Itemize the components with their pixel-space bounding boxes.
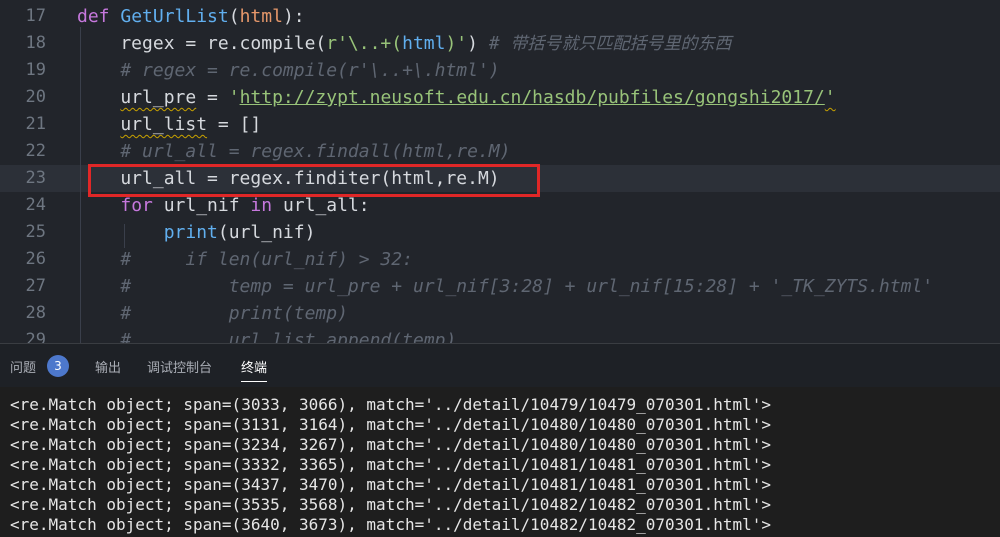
code-line[interactable]: 22 # url_all = regex.findall(html,re.M): [0, 138, 1000, 165]
code-token: ):: [282, 6, 305, 27]
code-text: url_pre = 'http://zypt.neusoft.edu.cn/ha…: [77, 84, 836, 111]
terminal-line: <re.Match object; span=(3033, 3066), mat…: [10, 395, 771, 414]
panel-tab-bar: 问题 3 输出 调试控制台 终端: [0, 343, 1000, 387]
code-token: # temp = url_pre + url_nif[3:28] + url_n…: [77, 276, 934, 297]
code-token: # url_all = regex.findall(html,re.M): [77, 141, 511, 162]
code-token: )': [445, 33, 468, 54]
code-token: = []: [207, 114, 262, 135]
tab-problems[interactable]: 问题: [10, 357, 36, 381]
code-token: ): [467, 33, 489, 54]
indent-guide: [80, 27, 81, 343]
line-number: 23: [25, 168, 46, 188]
code-token: r'\..+(: [326, 33, 403, 54]
line-number: 18: [25, 33, 46, 53]
code-line[interactable]: 26 # if len(url_nif) > 32:: [0, 246, 1000, 273]
tab-debug-console[interactable]: 调试控制台: [147, 357, 212, 381]
tab-terminal-label: 终端: [241, 361, 268, 376]
code-token: ': [824, 87, 836, 108]
tab-debug-console-label: 调试控制台: [147, 361, 213, 376]
tab-terminal[interactable]: 终端: [241, 357, 268, 382]
code-token: GetUrlList: [120, 6, 229, 27]
tab-output-label: 输出: [95, 361, 122, 376]
terminal-line: <re.Match object; span=(3640, 3673), mat…: [10, 515, 771, 534]
code-token: html: [239, 6, 283, 27]
code-text: print(url_nif): [77, 219, 316, 246]
line-number: 22: [25, 141, 46, 161]
code-token: ': [228, 87, 240, 108]
code-token: (: [228, 6, 240, 27]
code-text: # print(temp): [77, 300, 348, 327]
code-token: def: [77, 6, 121, 27]
code-line[interactable]: 27 # temp = url_pre + url_nif[3:28] + ur…: [0, 273, 1000, 300]
code-token: in: [250, 195, 273, 216]
terminal-line: <re.Match object; span=(3332, 3365), mat…: [10, 455, 771, 474]
code-token: (url_nif): [217, 222, 316, 243]
terminal-output[interactable]: <re.Match object; span=(3033, 3066), mat…: [0, 387, 1000, 537]
highlight-box: [88, 164, 540, 197]
tab-problems-label: 问题: [10, 361, 37, 376]
code-text: # temp = url_pre + url_nif[3:28] + url_n…: [77, 273, 933, 300]
line-number: 27: [25, 276, 46, 296]
terminal-line: <re.Match object; span=(3437, 3470), mat…: [10, 475, 771, 494]
code-text: # url_list.append(temp): [77, 327, 456, 343]
line-number: 17: [25, 6, 46, 26]
problems-count-badge: 3: [47, 355, 69, 377]
code-line[interactable]: 18 regex = re.compile(r'\..+(html)') # 带…: [0, 30, 1000, 57]
terminal-line: <re.Match object; span=(3535, 3568), mat…: [10, 495, 771, 514]
line-number: 25: [25, 222, 46, 242]
code-line[interactable]: 25 print(url_nif): [0, 219, 1000, 246]
code-text: url_list = []: [77, 111, 261, 138]
code-token: html: [402, 33, 446, 54]
code-token: for: [120, 195, 153, 216]
code-token: http://zypt.neusoft.edu.cn/hasdb/pubfile…: [239, 87, 825, 108]
code-text: def GetUrlList(html):: [77, 3, 305, 30]
code-token: # regex = re.compile(r'\..+\.html'): [77, 60, 500, 81]
code-text: # if len(url_nif) > 32:: [77, 246, 413, 273]
line-number: 20: [25, 87, 46, 107]
code-text: # url_all = regex.findall(html,re.M): [77, 138, 510, 165]
line-number: 29: [25, 330, 46, 343]
indent-guide: [124, 224, 125, 248]
code-token: =: [196, 87, 229, 108]
code-text: # regex = re.compile(r'\..+\.html'): [77, 57, 500, 84]
code-token: # if len(url_nif) > 32:: [77, 249, 413, 270]
code-token: print: [163, 222, 218, 243]
code-token: url_list: [120, 114, 208, 135]
code-token: regex = re.compile(: [77, 33, 327, 54]
code-line[interactable]: 19 # regex = re.compile(r'\..+\.html'): [0, 57, 1000, 84]
line-number: 26: [25, 249, 46, 269]
tab-output[interactable]: 输出: [95, 357, 121, 381]
code-token: url_pre: [120, 87, 197, 108]
code-token: 带括号就只匹配括号里的东西: [510, 34, 732, 54]
terminal-line: <re.Match object; span=(3131, 3164), mat…: [10, 415, 771, 434]
terminal-line: <re.Match object; span=(3234, 3267), mat…: [10, 435, 771, 454]
code-token: url_all:: [272, 195, 370, 216]
code-line[interactable]: 29 # url_list.append(temp): [0, 327, 1000, 343]
code-line[interactable]: 28 # print(temp): [0, 300, 1000, 327]
line-number: 24: [25, 195, 46, 215]
code-line[interactable]: 21 url_list = []: [0, 111, 1000, 138]
code-token: # print(temp): [77, 303, 348, 324]
code-token: url_nif: [152, 195, 251, 216]
code-token: # url_list.append(temp): [77, 330, 457, 343]
code-text: regex = re.compile(r'\..+(html)') # 带括号就…: [77, 30, 732, 58]
line-number: 19: [25, 60, 46, 80]
line-number: 28: [25, 303, 46, 323]
code-line[interactable]: 17 def GetUrlList(html):: [0, 3, 1000, 30]
code-token: #: [488, 33, 511, 54]
code-editor[interactable]: 17 def GetUrlList(html): 18 regex = re.com…: [0, 0, 1000, 343]
code-line[interactable]: 20 url_pre = 'http://zypt.neusoft.edu.cn…: [0, 84, 1000, 111]
line-number: 21: [25, 114, 46, 134]
